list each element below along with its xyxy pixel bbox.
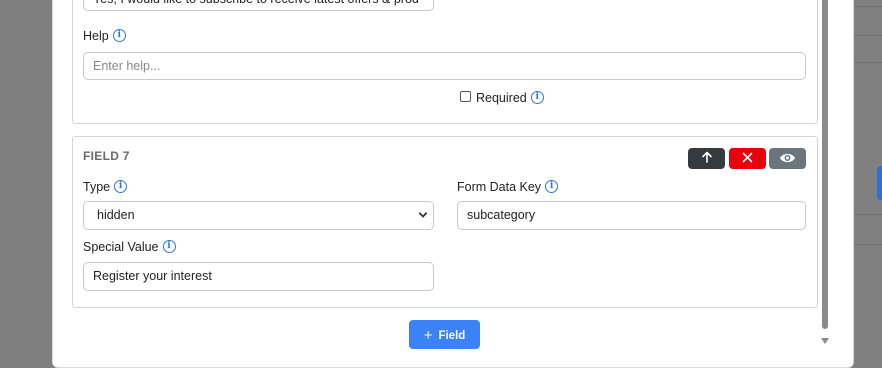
scrollbar-thumb[interactable] [822,0,828,329]
modal-scroll-area: Yes, I would like to subscribe to receiv… [53,0,833,367]
backdrop-side-tab[interactable] [877,166,882,200]
preview-button[interactable] [769,148,806,169]
backdrop-divider [852,6,882,7]
type-label-group: Type i [83,179,128,195]
form-data-key-label-group: Form Data Key i [457,179,559,195]
eye-icon [780,153,795,163]
backdrop-divider [852,35,882,36]
form-data-key-label: Form Data Key [457,180,542,194]
info-icon[interactable]: i [112,29,126,43]
move-up-button[interactable] [688,148,725,169]
special-value-label: Special Value [83,240,159,254]
help-label: Help [83,29,109,43]
scroll-down-arrow-icon[interactable] [821,338,829,344]
backdrop-divider [852,244,882,245]
info-icon[interactable]: i [162,240,176,254]
chevron-down-icon [419,212,427,218]
type-label: Type [83,180,111,194]
backdrop-divider [852,62,882,63]
arrow-up-icon [701,151,712,163]
field-card-7: FIELD 7 Type i hidden Form Data Key i su… [72,136,818,308]
info-icon[interactable]: i [530,91,544,105]
plus-icon: + [423,327,433,344]
info-icon[interactable]: i [114,180,128,194]
form-data-key-input[interactable]: subcategory [457,201,806,230]
type-select[interactable]: hidden [83,201,434,230]
field-card-6: Yes, I would like to subscribe to receiv… [72,0,818,124]
type-select-value: hidden [97,208,135,222]
required-checkbox[interactable] [460,91,471,102]
required-label: Required [476,91,527,105]
form-builder-modal: Yes, I would like to subscribe to receiv… [52,0,854,368]
add-field-button[interactable]: + Field [409,320,480,349]
special-value-input[interactable]: Register your interest [83,262,434,291]
help-input[interactable]: Enter help... [83,52,806,80]
backdrop-divider [852,214,882,215]
info-icon[interactable]: i [545,180,559,194]
close-icon [742,152,753,163]
field-title: FIELD 7 [83,149,130,163]
modal-scrollbar[interactable] [820,0,830,367]
help-label-group: Help i [83,28,126,44]
special-value-label-group: Special Value i [83,239,176,255]
required-label-group: Required i [476,90,544,106]
choice-value-input[interactable]: Yes, I would like to subscribe to receiv… [83,0,434,11]
add-field-label: Field [438,330,466,342]
remove-field-button[interactable] [729,148,766,169]
